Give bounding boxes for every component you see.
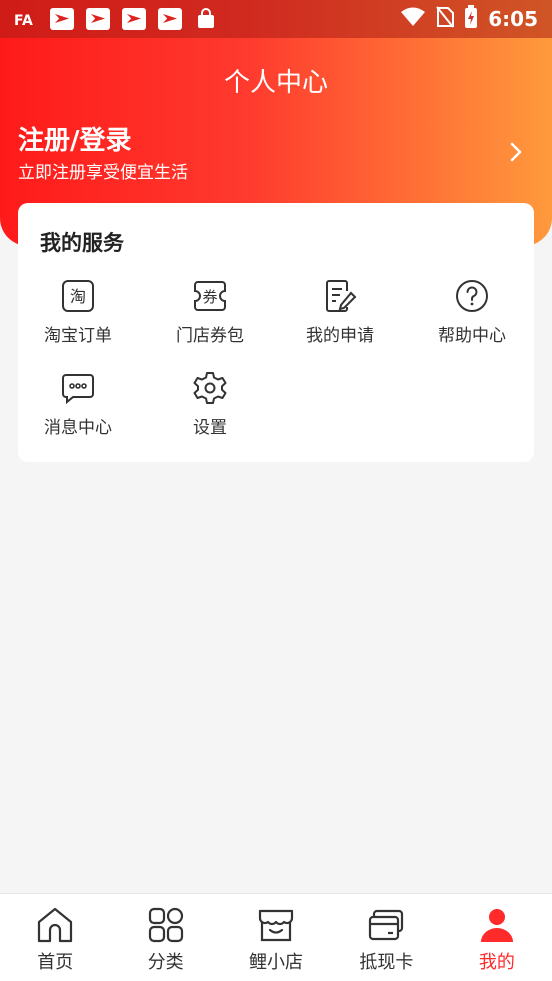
app-notification-icon (158, 8, 182, 30)
home-icon (38, 907, 73, 943)
app-notification-icon: FA (14, 8, 38, 30)
service-label: 我的申请 (306, 326, 374, 346)
nav-home[interactable]: 首页 (0, 894, 110, 981)
service-label: 淘宝订单 (44, 326, 112, 346)
nav-label: 鲤小店 (249, 952, 304, 973)
help-icon (456, 280, 488, 312)
status-notifications: FA (14, 8, 218, 30)
settings-icon (193, 372, 227, 404)
status-time: 6:05 (488, 7, 538, 31)
service-help-center[interactable]: 帮助中心 (412, 279, 532, 353)
taobao-order-icon: 淘 (62, 280, 94, 312)
service-message-center[interactable]: 消息中心 (18, 371, 138, 445)
no-sim-icon (436, 5, 455, 33)
login-title[interactable]: 注册/登录 (18, 120, 132, 157)
bottom-nav: 首页 分类 鲤小店 抵现卡 我的 (0, 893, 552, 981)
service-label: 帮助中心 (438, 326, 506, 346)
status-bar: FA 6:05 (0, 0, 552, 38)
service-coupon-wallet[interactable]: 券 门店券包 (150, 279, 270, 353)
service-my-application[interactable]: 我的申请 (280, 279, 400, 353)
svg-text:FA: FA (14, 13, 33, 29)
service-label: 设置 (193, 418, 227, 438)
battery-icon (464, 4, 478, 34)
nav-profile[interactable]: 我的 (442, 894, 552, 981)
nav-label: 抵现卡 (359, 952, 414, 973)
status-system: 6:05 (400, 4, 538, 34)
nav-store[interactable]: 鲤小店 (221, 894, 331, 981)
message-icon (62, 374, 94, 405)
nav-label: 首页 (37, 952, 74, 973)
app-notification-icon (122, 8, 146, 30)
service-taobao-order[interactable]: 淘 淘宝订单 (18, 279, 138, 353)
wifi-icon (400, 7, 426, 32)
services-title: 我的服务 (40, 231, 124, 255)
svg-text:券: 券 (202, 288, 217, 306)
chevron-right-icon[interactable] (504, 138, 528, 166)
service-label: 消息中心 (44, 418, 112, 438)
category-icon (148, 907, 183, 943)
coupon-wallet-icon: 券 (194, 281, 226, 311)
store-icon (258, 909, 294, 942)
profile-page: FA 6:05 个人中心 注册/登录 立即注册享受便宜生活 我的服务 淘 淘宝订… (0, 0, 552, 981)
service-label: 门店券包 (176, 326, 244, 346)
nav-category[interactable]: 分类 (110, 894, 220, 981)
service-settings[interactable]: 设置 (150, 371, 270, 445)
nav-card[interactable]: 抵现卡 (331, 894, 441, 981)
login-subtitle: 立即注册享受便宜生活 (18, 163, 188, 183)
profile-icon (480, 909, 513, 942)
nav-label: 我的 (478, 952, 515, 973)
services-card: 我的服务 淘 淘宝订单 券 门店券包 我的申请 帮助中心 消息中心 设置 (18, 203, 534, 462)
svg-text:淘: 淘 (70, 287, 86, 306)
application-icon (326, 280, 357, 312)
page-title: 个人中心 (223, 68, 328, 98)
shopping-bag-icon (194, 8, 218, 30)
app-notification-icon (86, 8, 110, 30)
nav-label: 分类 (147, 952, 184, 973)
card-icon (369, 909, 404, 941)
app-notification-icon (50, 8, 74, 30)
